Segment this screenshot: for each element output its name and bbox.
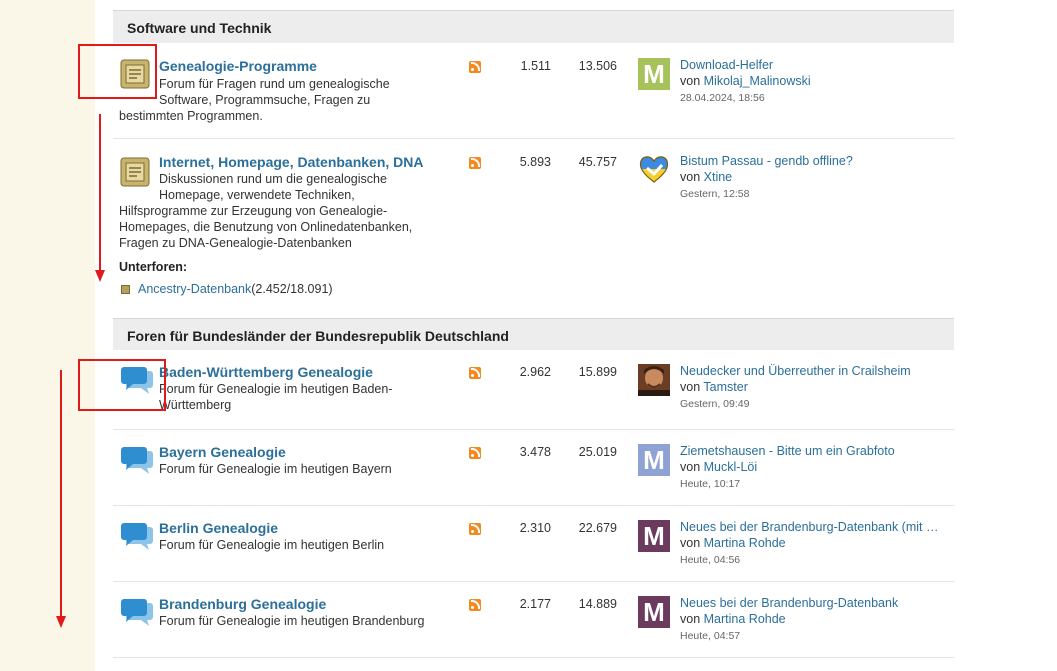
section-header-bundeslaender: Foren für Bundesländer der Bundesrepubli… — [113, 318, 954, 350]
last-post-user-link[interactable]: Martina Rohde — [704, 536, 786, 550]
last-post-date: 28.04.2024, 18:56 — [680, 92, 765, 104]
forum-title[interactable]: Internet, Homepage, Datenbanken, DNA — [159, 154, 424, 170]
topics-count: 2.177 — [519, 597, 551, 611]
forum-row-baden-wuerttemberg: Baden-Württemberg Genealogie Forum für G… — [113, 350, 954, 430]
forum-description-cont: Software, Programmsuche, Fragen zu besti… — [119, 93, 371, 123]
rss-icon[interactable] — [469, 61, 481, 73]
rss-icon[interactable] — [469, 367, 481, 379]
forum-title[interactable]: Brandenburg Genealogie — [159, 596, 326, 612]
ukraine-heart-icon[interactable] — [638, 153, 670, 190]
left-sidebar-background — [0, 0, 95, 671]
topics-count: 2.310 — [519, 521, 551, 535]
last-post-date: Gestern, 12:58 — [680, 188, 750, 200]
forum-description: Forum für Genealogie im heutigen Bayern — [159, 462, 392, 476]
forum-description: Forum für Genealogie im heutigen Branden… — [159, 614, 425, 628]
last-post-date: Heute, 04:57 — [680, 630, 741, 642]
speech-bubbles-icon[interactable] — [120, 445, 154, 482]
topics-count: 2.962 — [519, 365, 551, 379]
rss-icon[interactable] — [469, 599, 481, 611]
forum-description: Forum für Fragen rund um genealogische — [159, 77, 390, 91]
forum-row-brandenburg: Brandenburg Genealogie Forum für Genealo… — [113, 582, 954, 658]
posts-count: 22.679 — [578, 521, 617, 535]
annotation-box-bottom — [78, 359, 166, 411]
last-post-user-link[interactable]: Tamster — [703, 380, 747, 394]
last-post-author: von Martina Rohde — [680, 612, 786, 626]
last-post-author: von Xtine — [680, 170, 733, 184]
avatar[interactable] — [638, 364, 670, 401]
last-post-title[interactable]: Download-Helfer — [680, 58, 950, 72]
topics-count: 5.893 — [519, 155, 551, 169]
subforums-label: Unterforen: — [119, 260, 188, 274]
last-post-date: Heute, 10:17 — [680, 478, 741, 490]
forum-list: Software und Technik Genealogie-Programm… — [113, 10, 954, 658]
last-post-title[interactable]: Bistum Passau - gendb offline? — [680, 154, 950, 168]
forum-row-berlin: Berlin Genealogie Forum für Genealogie i… — [113, 506, 954, 582]
forum-description: Diskussionen rund um die genealogische H… — [159, 172, 387, 202]
posts-count: 13.506 — [578, 59, 617, 73]
rss-icon[interactable] — [469, 447, 481, 459]
posts-count: 15.899 — [578, 365, 617, 379]
last-post-date: Gestern, 09:49 — [680, 398, 750, 410]
forum-description-cont: Hilfsprogramme zur Erzeugung von Genealo… — [119, 204, 413, 250]
forum-title[interactable]: Berlin Genealogie — [159, 520, 278, 536]
forum-row-genealogie-programme: Genealogie-Programme Forum für Fragen ru… — [113, 43, 954, 139]
last-post-title[interactable]: Neues bei der Brandenburg-Datenbank — [680, 596, 950, 610]
rss-icon[interactable] — [469, 157, 481, 169]
last-post-author: von Martina Rohde — [680, 536, 786, 550]
subforum-icon — [121, 285, 130, 294]
last-post-title[interactable]: Neudecker und Überreuther in Crailsheim — [680, 364, 950, 378]
section-header-software: Software und Technik — [113, 10, 954, 43]
last-post-user-link[interactable]: Muckl-Löi — [704, 460, 758, 474]
forum-title[interactable]: Genealogie-Programme — [159, 58, 317, 74]
last-post-user-link[interactable]: Martina Rohde — [704, 612, 786, 626]
forum-row-internet-homepage: Internet, Homepage, Datenbanken, DNA Dis… — [113, 139, 954, 318]
subforum-link-ancestry[interactable]: Ancestry-Datenbank(2.452/18.091) — [138, 282, 333, 296]
forum-row-bayern: Bayern Genealogie Forum für Genealogie i… — [113, 430, 954, 506]
subforum-count: (2.452/18.091) — [251, 282, 333, 296]
topics-count: 1.511 — [520, 59, 551, 73]
last-post-user-link[interactable]: Xtine — [704, 170, 733, 184]
last-post-author: von Mikolaj_Malinowski — [680, 74, 811, 88]
speech-bubbles-icon[interactable] — [120, 597, 154, 634]
last-post-author: von Tamster — [680, 380, 748, 394]
avatar[interactable]: M — [638, 596, 670, 628]
forum-description: Forum für Genealogie im heutigen Berlin — [159, 538, 385, 552]
annotation-box-top — [78, 44, 157, 99]
rss-icon[interactable] — [469, 523, 481, 535]
last-post-title[interactable]: Neues bei der Brandenburg-Datenbank (mit… — [680, 520, 950, 534]
folder-doc-icon[interactable] — [120, 157, 150, 192]
avatar[interactable]: M — [638, 444, 670, 476]
last-post-date: Heute, 04:56 — [680, 554, 741, 566]
topics-count: 3.478 — [519, 445, 551, 459]
posts-count: 14.889 — [578, 597, 617, 611]
last-post-user-link[interactable]: Mikolaj_Malinowski — [704, 74, 811, 88]
last-post-author: von Muckl-Löi — [680, 460, 758, 474]
forum-title[interactable]: Bayern Genealogie — [159, 444, 286, 460]
last-post-title[interactable]: Ziemetshausen - Bitte um ein Grabfoto — [680, 444, 950, 458]
forum-title[interactable]: Baden-Württemberg Genealogie — [159, 364, 373, 380]
posts-count: 45.757 — [578, 155, 617, 169]
avatar[interactable]: M — [638, 520, 670, 552]
speech-bubbles-icon[interactable] — [120, 521, 154, 558]
forum-description: Forum für Genealogie im heutigen Baden- … — [159, 382, 393, 412]
posts-count: 25.019 — [578, 445, 617, 459]
avatar[interactable]: M — [638, 58, 670, 90]
